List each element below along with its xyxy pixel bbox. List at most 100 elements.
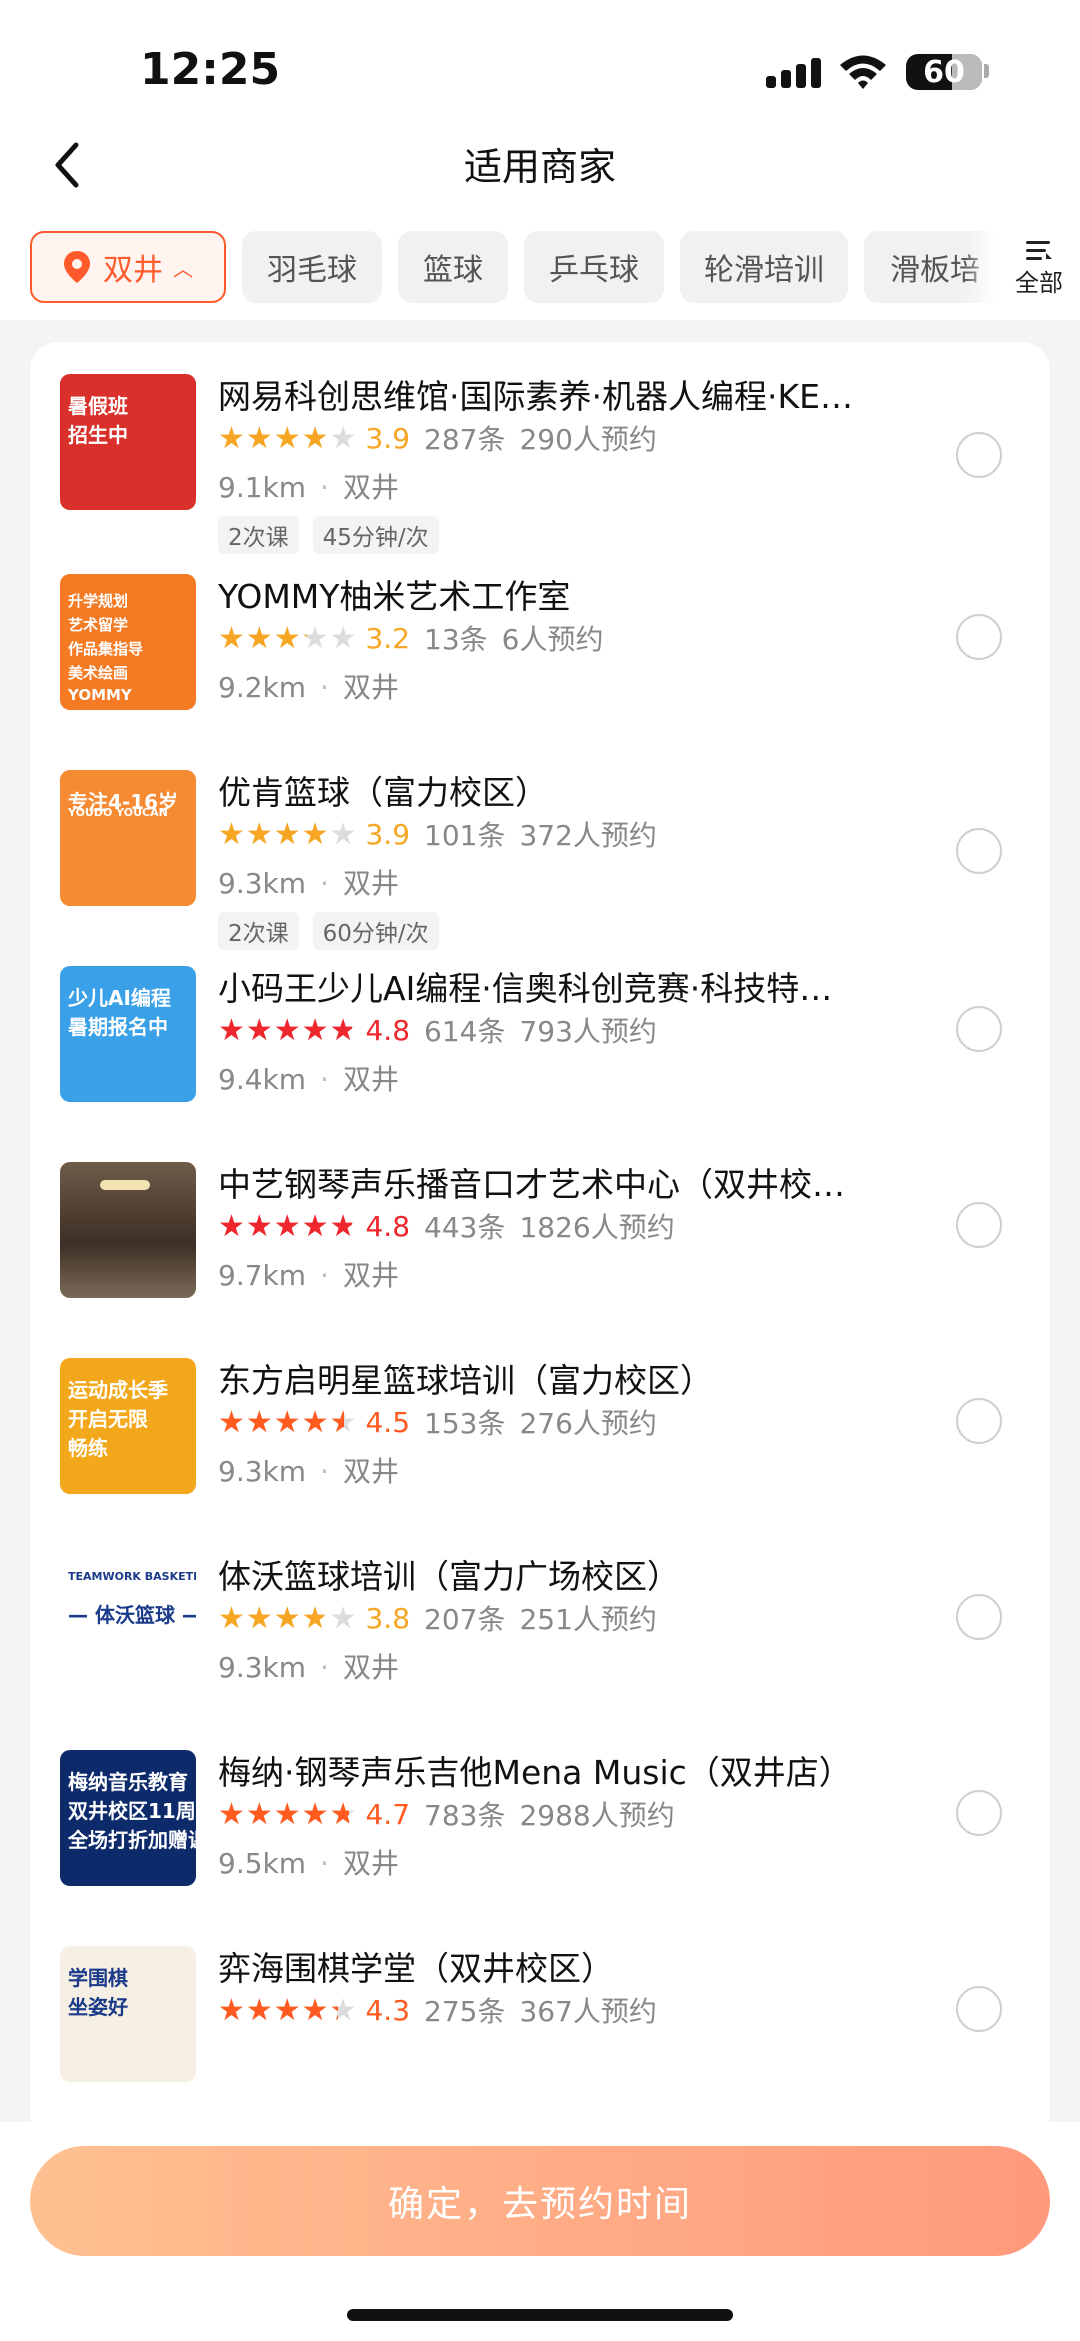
thumbnail-text: 美术绘画 bbox=[68, 664, 129, 682]
filter-chip-pingpong[interactable]: 乒乓球 bbox=[524, 231, 664, 303]
booking-count: 793人预约 bbox=[519, 1015, 657, 1048]
review-count: 783条 bbox=[424, 1799, 506, 1832]
merchant-name: YOMMY柚米艺术工作室 bbox=[218, 577, 571, 616]
thumbnail-text: 学围棋 bbox=[68, 1966, 128, 1990]
merchant-thumbnail: 少儿AI编程 暑期报名中 bbox=[60, 966, 196, 1102]
merchant-rating-row: ★★★★★★★★★★4.3 275条 367人预约 bbox=[218, 1990, 657, 2030]
merchant-name: 优肯篮球（富力校区） bbox=[218, 773, 548, 812]
booking-count: 367人预约 bbox=[519, 1995, 657, 2028]
thumbnail-text: 坐姿好 bbox=[68, 1995, 128, 2019]
filter-chip-badminton[interactable]: 羽毛球 bbox=[242, 231, 382, 303]
merchant-thumbnail: 专注4-16岁 YOUDO YOUCAN bbox=[60, 770, 196, 906]
bottom-bar: 确定，去预约时间 bbox=[0, 2122, 1080, 2341]
distance: 9.7km bbox=[218, 1259, 307, 1292]
thumbnail-text: 作品集指导 bbox=[68, 640, 144, 658]
filter-chip-rollerskating[interactable]: 轮滑培训 bbox=[680, 231, 848, 303]
select-radio[interactable] bbox=[956, 614, 1002, 660]
rating-stars-icon: ★★★★★★★★★★ bbox=[218, 1992, 358, 2028]
merchant-name: 小码王少儿AI编程·信奥科创竞赛·科技特… bbox=[218, 969, 833, 1008]
separator-dot: · bbox=[320, 1259, 329, 1292]
battery-level: 60 bbox=[923, 54, 965, 90]
area: 双井 bbox=[342, 1063, 399, 1096]
merchant-rating-row: ★★★★★★★★★★3.9 287条 290人预约 bbox=[218, 418, 657, 458]
distance: 9.2km bbox=[218, 671, 307, 704]
location-filter-chip[interactable]: 双井 ︿ bbox=[30, 231, 226, 303]
merchant-name: 体沃篮球培训（富力广场校区） bbox=[218, 1557, 680, 1596]
merchant-distance-row: 9.4km · 双井 bbox=[218, 1058, 399, 1098]
location-label: 双井 bbox=[103, 253, 163, 288]
merchant-rating-row: ★★★★★ ★★★★★ 4.8 614条 793人预约 bbox=[218, 1010, 657, 1050]
merchant-row[interactable]: 专注4-16岁YOUDO YOUCAN 优肯篮球（富力校区）★★★★★★★★★★3… bbox=[30, 766, 1050, 956]
rating-score: 3.8 bbox=[365, 1601, 411, 1635]
select-radio[interactable] bbox=[956, 828, 1002, 874]
area: 双井 bbox=[342, 1847, 399, 1880]
merchant-row[interactable]: 梅纳音乐教育双井校区11周年店庆全场打折加赠课梅纳·钢琴声乐吉他Mena Mus… bbox=[30, 1746, 1050, 1936]
filter-list-icon bbox=[1026, 240, 1052, 260]
merchant-name: 弈海围棋学堂（双井校区） bbox=[218, 1949, 614, 1988]
merchant-distance-row: 9.3km · 双井 bbox=[218, 1450, 399, 1490]
booking-count: 372人预约 bbox=[519, 819, 657, 852]
select-radio[interactable] bbox=[956, 1202, 1002, 1248]
rating-score: 3.2 bbox=[365, 621, 411, 655]
select-radio[interactable] bbox=[956, 1006, 1002, 1052]
distance: 9.1km bbox=[218, 471, 307, 504]
merchant-rating-row: ★★★★★★★★★★3.9 101条 372人预约 bbox=[218, 814, 657, 854]
distance: 9.3km bbox=[218, 867, 307, 900]
select-radio[interactable] bbox=[956, 1790, 1002, 1836]
review-count: 153条 bbox=[424, 1407, 506, 1440]
merchant-rating-row: ★★★★★ ★★★★★ 4.7 783条 2988人预约 bbox=[218, 1794, 675, 1834]
status-bar: 12:25 60 bbox=[0, 0, 1080, 130]
select-radio[interactable] bbox=[956, 1986, 1002, 2032]
merchant-rating-row: ★★★★★★★★★★3.2 13条 6人预约 bbox=[218, 618, 603, 658]
rating-stars-icon: ★★★★★★★★★★ bbox=[218, 1012, 358, 1048]
rating-score: 4.8 bbox=[365, 1013, 411, 1047]
merchant-thumbnail: 运动成长季 开启无限 畅练 bbox=[60, 1358, 196, 1494]
merchant-list: 暑假班招生中网易科创思维馆·国际素养·机器人编程·KE…★★★★★★★★★★3.… bbox=[30, 342, 1050, 2142]
separator-dot: · bbox=[320, 1847, 329, 1880]
rating-stars-icon: ★★★★★★★★★★ bbox=[218, 420, 358, 456]
confirm-booking-button[interactable]: 确定，去预约时间 bbox=[30, 2146, 1050, 2256]
review-count: 287条 bbox=[424, 423, 506, 456]
separator-dot: · bbox=[320, 671, 329, 704]
merchant-rating-row: ★★★★★★★★★★4.5 153条 276人预约 bbox=[218, 1402, 657, 1442]
rating-stars-icon: ★★★★★★★★★★ bbox=[218, 1208, 358, 1244]
select-radio[interactable] bbox=[956, 1594, 1002, 1640]
distance: 9.3km bbox=[218, 1455, 307, 1488]
merchant-distance-row: 9.3km · 双井 bbox=[218, 1646, 399, 1686]
distance: 9.4km bbox=[218, 1063, 307, 1096]
thumbnail-text: 开启无限 bbox=[68, 1407, 148, 1431]
area: 双井 bbox=[342, 1651, 399, 1684]
merchant-row[interactable]: 升学规划 艺术留学 作品集指导 美术绘画 YOMMY YOMMY柚米艺术工作室 ★★★★★ ★… bbox=[30, 570, 1050, 760]
thumbnail-text: 暑期报名中 bbox=[68, 1015, 168, 1039]
separator-dot: · bbox=[320, 1063, 329, 1096]
separator-dot: · bbox=[320, 867, 329, 900]
distance: 9.5km bbox=[218, 1847, 307, 1880]
merchant-rating-row: ★★★★★★★★★★3.8 207条 251人预约 bbox=[218, 1598, 657, 1638]
select-radio[interactable] bbox=[956, 432, 1002, 478]
booking-count: 290人预约 bbox=[519, 423, 657, 456]
merchant-row[interactable]: 运动成长季开启无限畅练东方启明星篮球培训（富力校区）★★★★★★★★★★4.51… bbox=[30, 1354, 1050, 1544]
merchant-row[interactable]: 少儿AI编程 暑期报名中 小码王少儿AI编程·信奥科创竞赛·科技特… ★★★★★ ★★★… bbox=[30, 962, 1050, 1152]
merchant-distance-row: 9.3km · 双井 bbox=[218, 862, 399, 902]
merchant-name: 网易科创思维馆·国际素养·机器人编程·KE… bbox=[218, 377, 853, 416]
booking-count: 276人预约 bbox=[519, 1407, 657, 1440]
separator-dot: · bbox=[320, 1651, 329, 1684]
merchant-row[interactable]: 学围棋坐姿好弈海围棋学堂（双井校区）★★★★★★★★★★4.3275条367人预… bbox=[30, 1942, 1050, 2132]
filter-chip-basketball[interactable]: 篮球 bbox=[398, 231, 508, 303]
merchant-row[interactable]: 暑假班招生中网易科创思维馆·国际素养·机器人编程·KE…★★★★★★★★★★3.… bbox=[30, 370, 1050, 560]
merchant-row[interactable]: 中艺钢琴声乐播音口才艺术中心（双井校… ★★★★★ ★★★★★ 4.8 443条 1826… bbox=[30, 1158, 1050, 1348]
merchant-row[interactable]: TEAMWORK BASKETBALL — 体沃篮球 — 体沃篮球培训（富力广场校区… bbox=[30, 1550, 1050, 1740]
merchant-tag: 2次课 bbox=[218, 516, 299, 554]
merchant-thumbnail: 梅纳音乐教育双井校区11周年店庆全场打折加赠课 bbox=[60, 1750, 196, 1886]
select-radio[interactable] bbox=[956, 1398, 1002, 1444]
chip-fade bbox=[964, 228, 998, 308]
merchant-tag: 60分钟/次 bbox=[312, 912, 439, 950]
nav-bar: 适用商家 bbox=[0, 120, 1080, 210]
area: 双井 bbox=[342, 471, 399, 504]
rating-score: 4.5 bbox=[365, 1405, 411, 1439]
area: 双井 bbox=[342, 1259, 399, 1292]
review-count: 275条 bbox=[424, 1995, 506, 2028]
area: 双井 bbox=[342, 1455, 399, 1488]
thumbnail-text: 全场打折加赠课 bbox=[68, 1828, 196, 1852]
all-filters-button[interactable]: 全部 bbox=[998, 228, 1080, 308]
